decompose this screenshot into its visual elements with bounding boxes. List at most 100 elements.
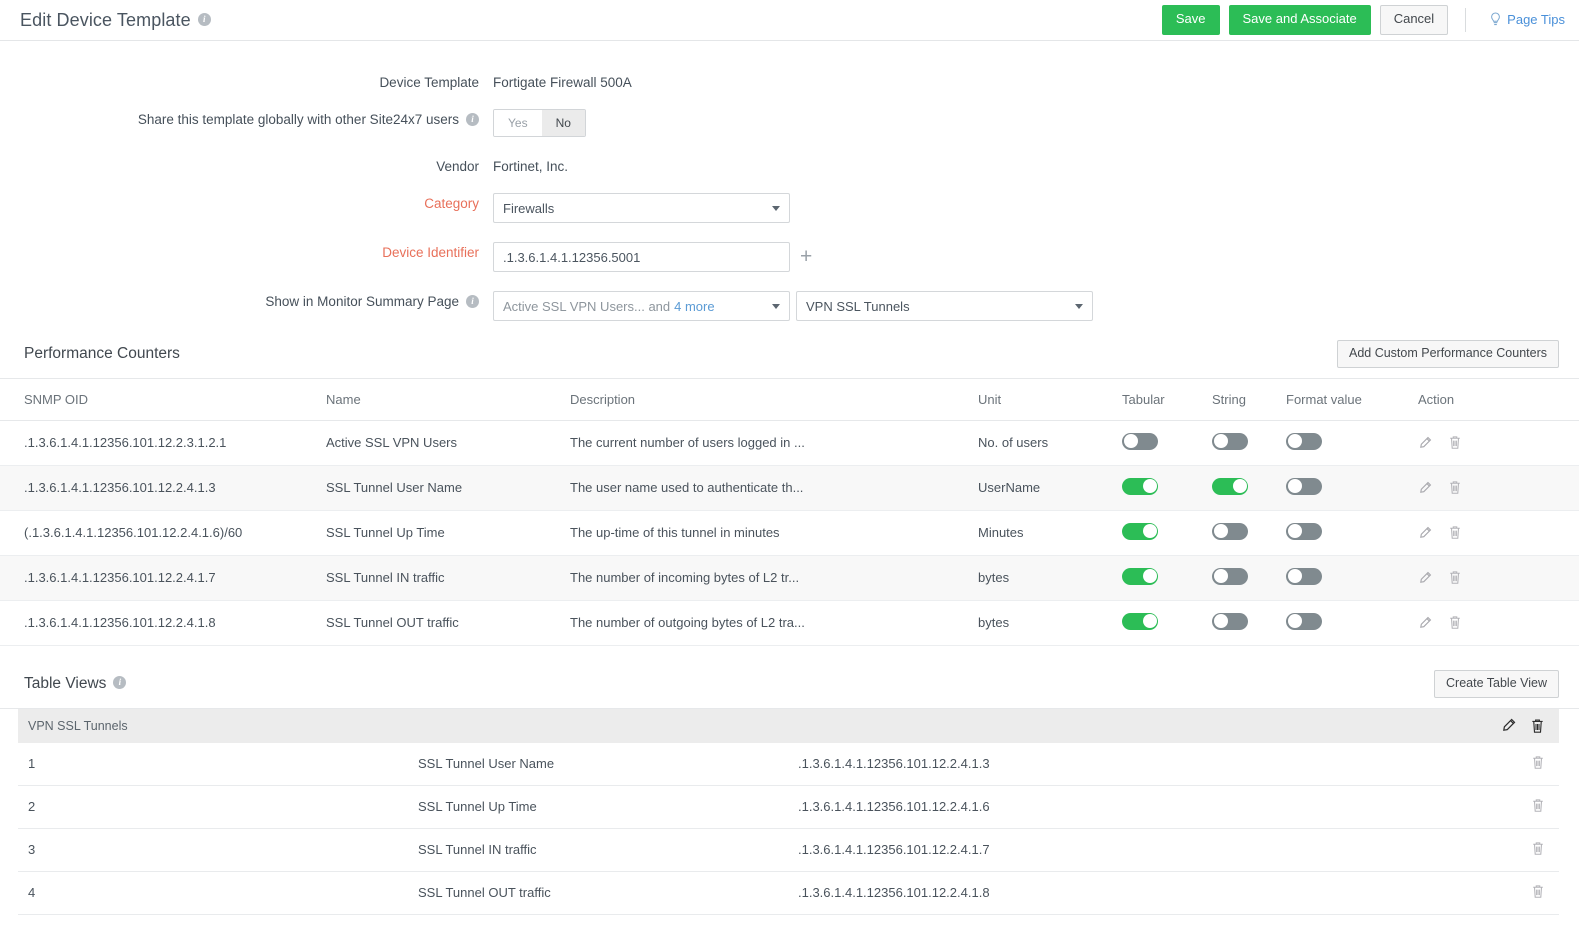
table-views-rows: 1SSL Tunnel User Name.1.3.6.1.4.1.12356.… — [18, 743, 1559, 915]
cell-counter-oid: .1.3.6.1.4.1.12356.101.12.2.4.1.3 — [788, 743, 1491, 786]
cancel-button-top[interactable]: Cancel — [1380, 5, 1448, 34]
delete-counter-icon[interactable] — [1448, 480, 1462, 495]
cell-index: 2 — [18, 785, 408, 828]
edit-counter-icon[interactable] — [1418, 526, 1432, 540]
cell-unit: Minutes — [978, 510, 1122, 555]
tabular-toggle[interactable] — [1122, 523, 1158, 540]
cell-string — [1212, 465, 1286, 510]
share-yes-option[interactable]: Yes — [494, 110, 542, 136]
device-template-value: Fortigate Firewall 500A — [493, 72, 632, 90]
cell-unit: UserName — [978, 465, 1122, 510]
delete-counter-icon[interactable] — [1448, 525, 1462, 540]
format-value-toggle[interactable] — [1286, 478, 1322, 495]
performance-counters-title: Performance Counters — [24, 345, 180, 363]
tabular-toggle[interactable] — [1122, 433, 1158, 450]
chevron-down-icon — [1075, 304, 1083, 309]
add-custom-performance-counters-button[interactable]: Add Custom Performance Counters — [1337, 340, 1559, 368]
format-value-toggle[interactable] — [1286, 433, 1322, 450]
vendor-label: Vendor — [0, 156, 493, 174]
column-header-format-value: Format value — [1286, 379, 1418, 421]
string-toggle[interactable] — [1212, 568, 1248, 585]
edit-counter-icon[interactable] — [1418, 616, 1432, 630]
tabular-toggle[interactable] — [1122, 568, 1158, 585]
delete-counter-icon[interactable] — [1448, 570, 1462, 585]
delete-table-view-icon[interactable] — [1530, 718, 1545, 734]
tabular-toggle[interactable] — [1122, 613, 1158, 630]
create-table-view-button[interactable]: Create Table View — [1434, 670, 1559, 698]
summary-tableview-value: VPN SSL Tunnels — [806, 299, 910, 314]
edit-table-view-icon[interactable] — [1501, 718, 1516, 734]
format-value-toggle[interactable] — [1286, 523, 1322, 540]
info-icon[interactable]: i — [198, 13, 211, 26]
plus-icon[interactable]: + — [800, 243, 812, 271]
cell-name: SSL Tunnel Up Time — [326, 510, 570, 555]
format-value-toggle[interactable] — [1286, 613, 1322, 630]
string-toggle[interactable] — [1212, 478, 1248, 495]
table-views-header: Table Views i Create Table View — [0, 670, 1579, 709]
edit-counter-icon[interactable] — [1418, 571, 1432, 585]
table-row: 1SSL Tunnel User Name.1.3.6.1.4.1.12356.… — [18, 743, 1559, 786]
cell-index: 1 — [18, 743, 408, 786]
edit-counter-icon[interactable] — [1418, 436, 1432, 450]
cell-string — [1212, 510, 1286, 555]
cell-counter-oid: .1.3.6.1.4.1.12356.101.12.2.4.1.8 — [788, 871, 1491, 914]
delete-table-view-row-icon[interactable] — [1531, 884, 1545, 899]
cell-counter-name: SSL Tunnel OUT traffic — [408, 871, 788, 914]
share-globally-toggle[interactable]: Yes No — [493, 109, 586, 137]
performance-counters-table-body: .1.3.6.1.4.1.12356.101.12.2.3.1.2.1Activ… — [0, 420, 1579, 645]
cell-action — [1491, 785, 1559, 828]
cell-snmp-oid: .1.3.6.1.4.1.12356.101.12.2.4.1.3 — [0, 465, 326, 510]
delete-counter-icon[interactable] — [1448, 615, 1462, 630]
delete-counter-icon[interactable] — [1448, 435, 1462, 450]
performance-counters-table: SNMP OID Name Description Unit Tabular S… — [0, 379, 1579, 646]
device-identifier-label: Device Identifier — [0, 242, 493, 260]
save-and-associate-button-top[interactable]: Save and Associate — [1229, 5, 1371, 34]
delete-table-view-row-icon[interactable] — [1531, 798, 1545, 813]
cell-counter-oid: .1.3.6.1.4.1.12356.101.12.2.4.1.6 — [788, 785, 1491, 828]
cell-action — [1418, 420, 1579, 465]
cell-name: SSL Tunnel OUT traffic — [326, 600, 570, 645]
page-title: Edit Device Templatei — [20, 10, 211, 31]
table-views-title-text: Table Views — [24, 675, 106, 692]
cell-description: The number of incoming bytes of L2 tr... — [570, 555, 978, 600]
lightbulb-icon — [1489, 12, 1502, 28]
cell-description: The up-time of this tunnel in minutes — [570, 510, 978, 555]
share-globally-label-text: Share this template globally with other … — [138, 112, 459, 127]
table-row: .1.3.6.1.4.1.12356.101.12.2.4.1.3SSL Tun… — [0, 465, 1579, 510]
delete-table-view-row-icon[interactable] — [1531, 841, 1545, 856]
table-views-table: VPN SSL Tunnels — [18, 709, 1559, 915]
cell-string — [1212, 600, 1286, 645]
info-icon[interactable]: i — [466, 113, 479, 126]
info-icon[interactable]: i — [466, 295, 479, 308]
top-toolbar-actions: Save Save and Associate Cancel Page Tips — [1162, 5, 1565, 34]
page-tips-link[interactable]: Page Tips — [1489, 12, 1565, 28]
summary-counters-select[interactable]: Active SSL VPN Users... and 4 more — [493, 291, 790, 321]
edit-counter-icon[interactable] — [1418, 481, 1432, 495]
string-toggle[interactable] — [1212, 613, 1248, 630]
string-toggle[interactable] — [1212, 523, 1248, 540]
save-button-top[interactable]: Save — [1162, 5, 1220, 34]
share-no-option[interactable]: No — [542, 110, 585, 136]
summary-counters-more-link[interactable]: 4 more — [674, 299, 714, 314]
device-identifier-value: .1.3.6.1.4.1.12356.5001 — [503, 250, 640, 265]
info-icon[interactable]: i — [113, 676, 126, 689]
top-toolbar: Edit Device Templatei Save Save and Asso… — [0, 0, 1579, 41]
format-value-toggle[interactable] — [1286, 568, 1322, 585]
performance-counters-table-head: SNMP OID Name Description Unit Tabular S… — [0, 379, 1579, 421]
column-header-name: Name — [326, 379, 570, 421]
tabular-toggle[interactable] — [1122, 478, 1158, 495]
device-identifier-input[interactable]: .1.3.6.1.4.1.12356.5001 — [493, 242, 790, 272]
cell-action — [1491, 743, 1559, 786]
delete-table-view-row-icon[interactable] — [1531, 755, 1545, 770]
column-header-unit: Unit — [978, 379, 1122, 421]
category-select[interactable]: Firewalls — [493, 193, 790, 223]
cell-format-value — [1286, 420, 1418, 465]
column-header-snmp-oid: SNMP OID — [0, 379, 326, 421]
table-row: 2SSL Tunnel Up Time.1.3.6.1.4.1.12356.10… — [18, 785, 1559, 828]
summary-tableview-select[interactable]: VPN SSL Tunnels — [796, 291, 1093, 321]
cell-name: SSL Tunnel IN traffic — [326, 555, 570, 600]
table-views-section: Table Views i Create Table View VPN SSL T… — [0, 670, 1579, 915]
string-toggle[interactable] — [1212, 433, 1248, 450]
cell-action — [1418, 510, 1579, 555]
cell-name: Active SSL VPN Users — [326, 420, 570, 465]
